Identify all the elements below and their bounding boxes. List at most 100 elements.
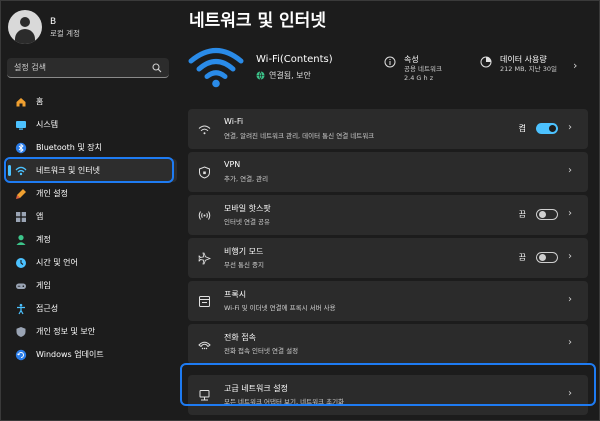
sidebar-item-label: 네트워크 및 인터넷	[36, 166, 100, 175]
vpn-shield-icon	[199, 166, 210, 179]
avatar	[8, 10, 42, 44]
accessibility-icon	[15, 303, 27, 315]
wifi-toggle[interactable]	[536, 123, 558, 134]
chevron-right-icon: ›	[568, 294, 572, 305]
connection-status: 연결됨, 보안	[256, 70, 311, 81]
row-subtitle: 인터넷 연결 공유	[224, 218, 270, 226]
settings-row-advanced-network[interactable]: 고급 네트워크 설정 모든 네트워크 어댑터 보기, 네트워크 초기화 ›	[188, 375, 588, 415]
settings-row-mobile-hotspot[interactable]: 모바일 핫스팟 인터넷 연결 공유 끔 ›	[188, 195, 588, 235]
connection-status-text: 연결됨, 보안	[269, 71, 311, 80]
wifi-large-icon	[188, 48, 244, 88]
search-placeholder: 설정 검색	[14, 63, 46, 72]
airplane-icon	[198, 252, 211, 265]
network-icon	[15, 165, 27, 177]
account-icon	[15, 234, 27, 246]
wifi-icon	[198, 125, 211, 135]
sidebar-item-accessibility[interactable]: 접근성	[7, 297, 177, 320]
sidebar-item-label: Windows 업데이트	[36, 350, 104, 359]
mobile-hotspot-toggle[interactable]	[536, 209, 558, 220]
settings-row-dial-up[interactable]: 전화 접속 전화 접속 인터넷 연결 설정 ›	[188, 324, 588, 364]
proxy-icon	[199, 296, 210, 307]
chevron-right-icon: ›	[568, 165, 572, 176]
home-icon	[15, 96, 27, 108]
brush-icon	[15, 188, 27, 200]
row-subtitle: 연결, 알려진 네트워크 관리, 데이터 통신 연결 네트워크	[224, 132, 375, 140]
data-usage-link[interactable]: 데이터 사용량 212 MB, 지난 30일	[480, 54, 557, 74]
properties-link[interactable]: 속성 공용 네트워크 2.4 G h z	[384, 54, 442, 83]
chevron-right-icon: ›	[568, 208, 572, 219]
row-title: 전화 접속	[224, 333, 256, 342]
sidebar-item-label: Bluetooth 및 장치	[36, 143, 103, 152]
sidebar-item-label: 시간 및 언어	[36, 258, 78, 267]
data-usage-detail: 212 MB, 지난 30일	[500, 65, 557, 73]
sidebar-item-label: 개인 정보 및 보안	[36, 327, 96, 336]
sidebar-item-bluetooth[interactable]: Bluetooth 및 장치	[7, 136, 177, 159]
row-subtitle: 전화 접속 인터넷 연결 설정	[224, 347, 299, 355]
row-title: 고급 네트워크 설정	[224, 384, 288, 393]
chevron-right-icon: ›	[568, 122, 572, 133]
row-subtitle: 무선 통신 중지	[224, 261, 265, 269]
sidebar: B 로컬 계정 설정 검색 홈 시스템 Bluetooth 및 장치 네트워크 …	[0, 0, 180, 421]
sidebar-item-label: 게임	[36, 281, 51, 290]
row-title: 모바일 핫스팟	[224, 204, 271, 213]
row-title: 프록시	[224, 290, 247, 299]
airplane-mode-toggle[interactable]	[536, 252, 558, 263]
chevron-right-icon[interactable]: ›	[573, 59, 577, 72]
sidebar-item-apps[interactable]: 앱	[7, 205, 177, 228]
sidebar-item-network[interactable]: 네트워크 및 인터넷	[7, 159, 177, 182]
row-subtitle: Wi-Fi 및 이더넷 연결에 프록시 서버 사용	[224, 304, 336, 312]
row-title: Wi-Fi	[224, 117, 244, 126]
row-title: VPN	[224, 160, 241, 169]
profile-account-type: 로컬 계정	[50, 28, 80, 38]
search-input[interactable]: 설정 검색	[7, 58, 169, 78]
sidebar-item-personalization[interactable]: 개인 설정	[7, 182, 177, 205]
profile-name: B	[50, 16, 57, 27]
gaming-icon	[15, 280, 27, 292]
time-language-icon	[15, 257, 27, 269]
toggle-state-label: 끔	[518, 253, 526, 262]
settings-row-proxy[interactable]: 프록시 Wi-Fi 및 이더넷 연결에 프록시 서버 사용 ›	[188, 281, 588, 321]
globe-icon	[256, 71, 265, 80]
sidebar-item-system[interactable]: 시스템	[7, 113, 177, 136]
network-band: 2.4 G h z	[404, 74, 434, 82]
apps-icon	[15, 211, 27, 223]
chevron-right-icon: ›	[568, 337, 572, 348]
settings-list: Wi-Fi 연결, 알려진 네트워크 관리, 데이터 통신 연결 네트워크 켬 …	[188, 109, 588, 418]
advanced-network-icon	[199, 390, 210, 401]
sidebar-item-home[interactable]: 홈	[7, 90, 177, 113]
sidebar-item-accounts[interactable]: 계정	[7, 228, 177, 251]
settings-row-vpn[interactable]: VPN 추가, 연결, 관리 ›	[188, 152, 588, 192]
sidebar-item-label: 홈	[36, 97, 44, 106]
sidebar-item-label: 앱	[36, 212, 44, 221]
sidebar-item-label: 개인 설정	[36, 189, 68, 198]
data-usage-title: 데이터 사용량	[500, 55, 547, 64]
page-title: 네트워크 및 인터넷	[189, 11, 326, 31]
info-icon	[384, 56, 396, 68]
data-usage-icon	[480, 56, 492, 68]
sidebar-item-label: 접근성	[36, 304, 59, 313]
sidebar-item-label: 계정	[36, 235, 51, 244]
connection-header: Wi-Fi(Contents) 연결됨, 보안 속성 공용 네트워크 2.4 G…	[188, 40, 588, 100]
update-icon	[15, 349, 27, 361]
sidebar-nav: 홈 시스템 Bluetooth 및 장치 네트워크 및 인터넷 개인 설정 앱 …	[7, 90, 177, 366]
profile[interactable]: B 로컬 계정	[8, 10, 80, 44]
sidebar-item-time-language[interactable]: 시간 및 언어	[7, 251, 177, 274]
system-icon	[15, 119, 27, 131]
network-profile-type: 공용 네트워크	[404, 65, 442, 73]
search-icon[interactable]	[151, 62, 163, 74]
properties-title: 속성	[404, 55, 419, 64]
row-subtitle: 추가, 연결, 관리	[224, 175, 269, 183]
settings-row-airplane-mode[interactable]: 비행기 모드 무선 통신 중지 끔 ›	[188, 238, 588, 278]
sidebar-item-gaming[interactable]: 게임	[7, 274, 177, 297]
settings-row-wifi[interactable]: Wi-Fi 연결, 알려진 네트워크 관리, 데이터 통신 연결 네트워크 켬 …	[188, 109, 588, 149]
toggle-state-label: 끔	[518, 210, 526, 219]
bluetooth-icon	[15, 142, 27, 154]
network-ssid: Wi-Fi(Contents)	[256, 54, 333, 65]
row-subtitle: 모든 네트워크 어댑터 보기, 네트워크 초기화	[224, 398, 345, 406]
dialup-icon	[198, 341, 211, 350]
sidebar-item-privacy[interactable]: 개인 정보 및 보안	[7, 320, 177, 343]
sidebar-item-windows-update[interactable]: Windows 업데이트	[7, 343, 177, 366]
chevron-right-icon: ›	[568, 388, 572, 399]
shield-icon	[15, 326, 27, 338]
chevron-right-icon: ›	[568, 251, 572, 262]
